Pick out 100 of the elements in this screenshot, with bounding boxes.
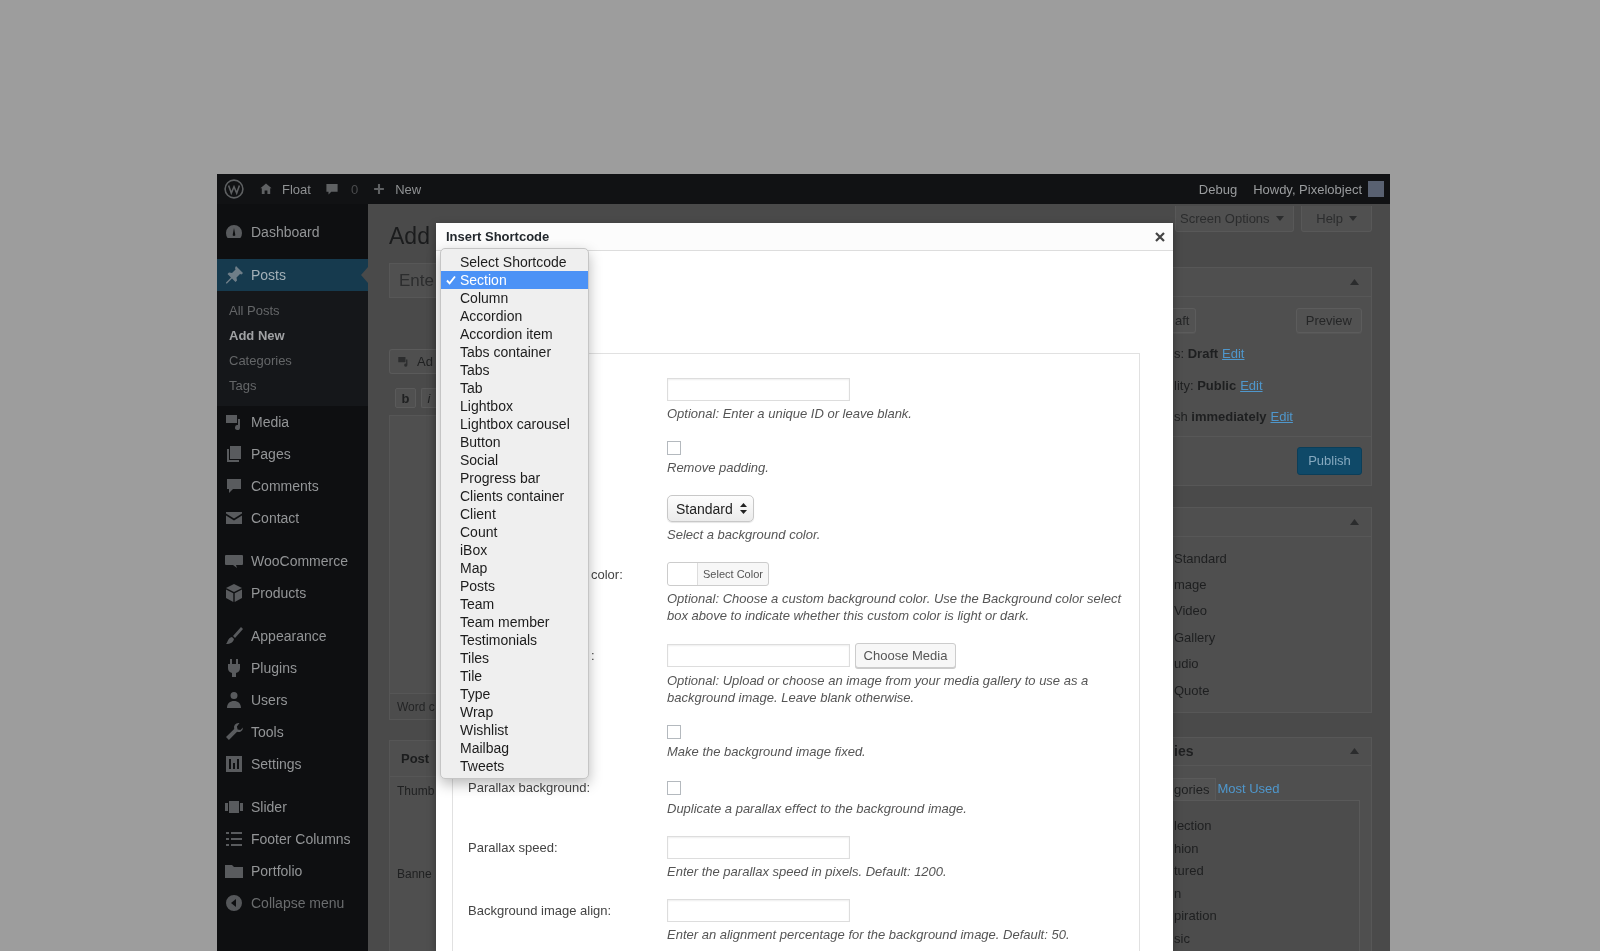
up-down-arrows-icon [740,503,747,514]
dialog-title: Insert Shortcode [446,229,550,244]
menu-option[interactable]: Button [441,433,588,451]
input-field[interactable] [667,378,850,401]
caret-up-icon[interactable] [1350,748,1359,755]
menu-option[interactable]: iBox [441,541,588,559]
menu-option[interactable]: Testimonials [441,631,588,649]
menu-option[interactable]: Tab [441,379,588,397]
menu-item[interactable]: Products [217,577,368,609]
menu-option[interactable]: Tabs [441,361,588,379]
submenu-item[interactable]: Add New [217,323,368,348]
menu-item[interactable]: Tools [217,716,368,748]
speech-bubble-icon[interactable] [324,182,339,196]
field-label: color: [591,565,623,583]
menu-option[interactable]: Lightbox carousel [441,415,588,433]
site-name-link[interactable]: Float [282,181,311,197]
input-field[interactable] [667,644,850,667]
dropdown-select[interactable]: Standard [667,495,754,522]
checkmark-icon [446,275,456,285]
color-swatch-icon [668,563,698,585]
editor-area[interactable] [389,415,436,694]
list-icon [224,829,244,849]
menu-item[interactable]: Pages [217,438,368,470]
avatar-placeholder[interactable] [1368,181,1384,197]
caret-down-icon [1349,216,1357,221]
field-description: Optional: Upload or choose an image from your media gallery to use as a background image. Leave blank otherwise. [667,672,1090,706]
menu-item[interactable]: Comments [217,470,368,502]
field-label: Parallax background: [468,779,591,796]
menu-option[interactable]: Wishlist [441,721,588,739]
checkbox[interactable] [667,441,681,455]
caret-up-icon[interactable] [1350,279,1359,285]
publish-button[interactable]: Publish [1297,446,1362,475]
home-icon[interactable] [259,182,273,196]
pages-icon [224,444,244,464]
field-description: Select a background color. [667,526,822,543]
caret-up-icon[interactable] [1350,518,1359,525]
menu-option[interactable]: Social [441,451,588,469]
menu-item[interactable]: Settings [217,748,368,780]
menu-option[interactable]: Wrap [441,703,588,721]
field-description: Remove padding. [667,459,770,476]
checkbox[interactable] [667,780,681,795]
menu-option[interactable]: Clients container [441,487,588,505]
select-color-button[interactable]: Select Color [667,562,769,586]
field-label: Parallax speed: [468,839,558,856]
menu-option[interactable]: Mailbag [441,739,588,757]
logo-icon[interactable] [224,179,244,199]
menu-item[interactable]: Portfolio [217,855,368,887]
circle-arrow-icon [224,893,244,913]
menu-option[interactable]: Count [441,523,588,541]
speech-bubble-icon [224,476,244,496]
menu-option[interactable]: Team member [441,613,588,631]
menu-item[interactable]: Users [217,684,368,716]
media-icon [397,355,410,368]
menu-item[interactable]: Appearance [217,620,368,652]
menu-item[interactable]: Dashboard [217,216,368,248]
menu-item[interactable]: Media [217,406,368,438]
menu-option[interactable]: Team [441,595,588,613]
field-description: Optional: Enter a unique ID or leave blank. [667,405,913,422]
account-greeting[interactable]: Howdy, Pixelobject [1253,181,1362,197]
close-icon[interactable] [1155,231,1165,242]
field-label: Background image align: [468,902,612,919]
menu-option[interactable]: Lightbox [441,397,588,415]
menu-item[interactable]: WooCommerce [217,545,368,577]
cube-icon [224,583,244,603]
menu-option[interactable]: Tabs container [441,343,588,361]
person-icon [224,690,244,710]
paintbrush-icon [224,626,244,646]
input-field[interactable] [667,899,850,922]
menu-option[interactable]: Map [441,559,588,577]
menu-option[interactable]: Type [441,685,588,703]
field-description: Enter the parallax speed in pixels. Default: 1200. [667,863,948,880]
menu-item[interactable]: Plugins [217,652,368,684]
field-label: : [591,647,595,664]
menu-option[interactable]: Column [441,289,588,307]
input-field[interactable] [667,836,850,859]
bar-chart-icon [224,754,244,774]
checkbox[interactable] [667,725,681,739]
caret-down-icon [1275,216,1284,221]
plus-icon[interactable] [372,182,387,196]
menu-item[interactable]: Posts [217,259,368,291]
menu-option[interactable]: Tweets [441,757,588,775]
menu-option[interactable]: Posts [441,577,588,595]
menu-option[interactable]: Tiles [441,649,588,667]
collapse-menu-button[interactable]: Collapse menu [217,887,368,919]
menu-item[interactable]: Slider [217,791,368,823]
menu-option[interactable]: Accordion [441,307,588,325]
field-description: Optional: Choose a custom background color. Use the Background color select box above to indicate whether this custom color is light or dark. [667,590,1123,624]
menu-option[interactable]: Progress bar [441,469,588,487]
debug-link[interactable]: Debug [1198,181,1238,197]
pushpin-icon [224,265,244,285]
menu-item[interactable]: Footer Columns [217,823,368,855]
new-content-link[interactable]: New [395,181,422,197]
choose-media-button[interactable]: Choose Media [855,643,956,668]
menu-option[interactable]: Tile [441,667,588,685]
menu-option[interactable]: Select Shortcode [441,253,588,271]
menu-option[interactable]: Client [441,505,588,523]
wrench-icon [224,722,244,742]
menu-item[interactable]: Contact [217,502,368,534]
field-description: Enter an alignment percentage for the background image. Default: 50. [667,926,1071,943]
menu-option[interactable]: Accordion item [441,325,588,343]
